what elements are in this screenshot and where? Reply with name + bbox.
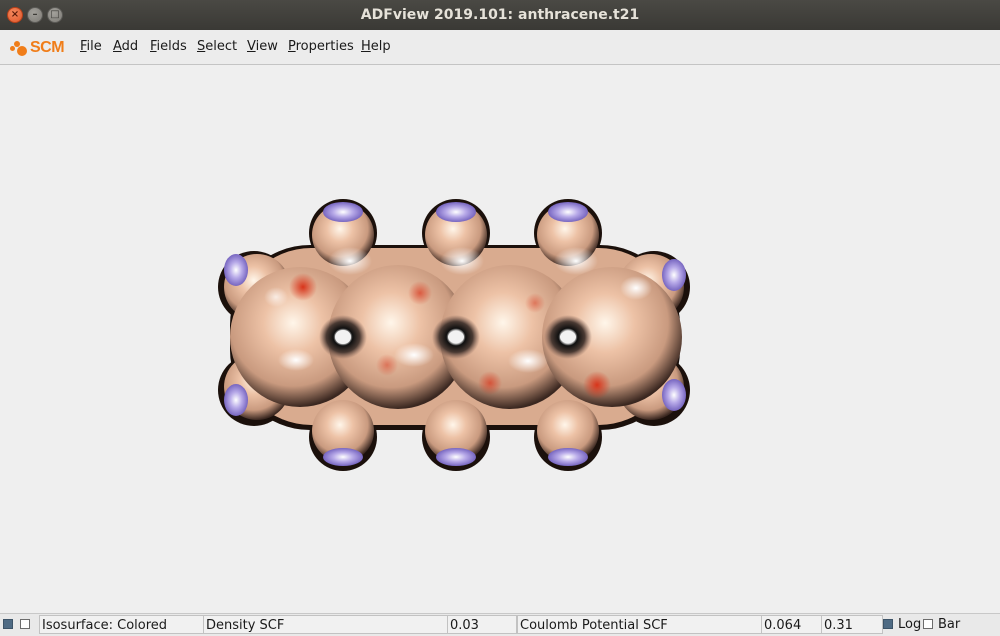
window-titlebar[interactable]: × – □ ADFview 2019.101: anthracene.t21 bbox=[0, 0, 1000, 30]
log-label: Log bbox=[898, 617, 922, 632]
isosurface-secondary-checkbox[interactable] bbox=[20, 619, 30, 629]
color-field-select[interactable]: Coulomb Potential SCF bbox=[517, 615, 763, 634]
molecule-viewport[interactable] bbox=[0, 65, 1000, 613]
isosurface-value-input[interactable]: 0.03 bbox=[447, 615, 517, 634]
ring-holes bbox=[319, 315, 592, 359]
status-bar: Isosurface: Colored Density SCF 0.03 Cou… bbox=[0, 613, 1000, 636]
menu-file[interactable]: File bbox=[80, 30, 102, 64]
isosurface-render bbox=[218, 199, 690, 471]
color-range-min-input[interactable]: 0.064 bbox=[761, 615, 823, 634]
menu-bar: SCM File Add Fields Select View Properti… bbox=[0, 30, 1000, 65]
bar-checkbox[interactable] bbox=[923, 619, 933, 629]
bar-label: Bar bbox=[938, 617, 961, 632]
isosurface-visible-checkbox[interactable] bbox=[3, 619, 13, 629]
window-title: ADFview 2019.101: anthracene.t21 bbox=[360, 7, 640, 23]
menu-fields[interactable]: Fields bbox=[150, 30, 187, 64]
menu-view[interactable]: View bbox=[247, 30, 278, 64]
menu-help[interactable]: Help bbox=[361, 30, 391, 64]
scm-logo-icon bbox=[10, 39, 30, 57]
log-checkbox[interactable] bbox=[883, 619, 893, 629]
isosurface-type-field[interactable]: Isosurface: Colored bbox=[39, 615, 205, 634]
color-range-max-input[interactable]: 0.31 bbox=[821, 615, 883, 634]
menu-add[interactable]: Add bbox=[113, 30, 138, 64]
isosurface-field-select[interactable]: Density SCF bbox=[203, 615, 449, 634]
menu-properties[interactable]: Properties bbox=[288, 30, 354, 64]
scm-logo-text: SCM bbox=[30, 39, 65, 56]
menu-select[interactable]: Select bbox=[197, 30, 237, 64]
scm-logo[interactable]: SCM bbox=[10, 39, 65, 57]
